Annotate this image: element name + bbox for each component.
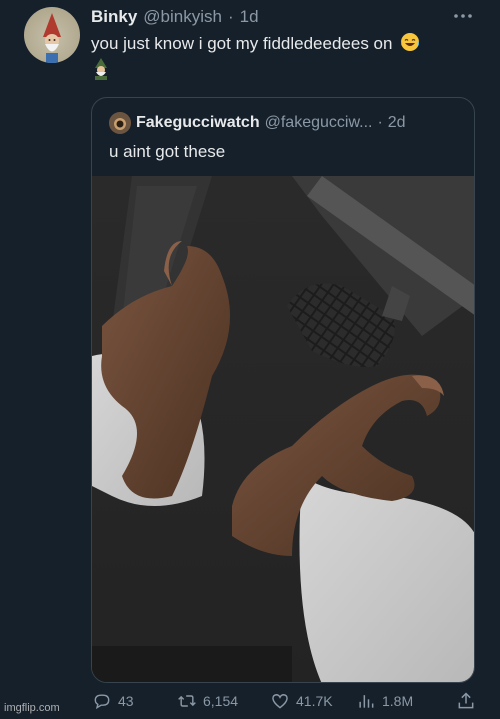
like-count: 41.7K [296, 693, 333, 709]
reply-icon [94, 694, 110, 710]
tweet[interactable]: Binky @binkyish · 1d you just know i got… [0, 0, 500, 719]
handle[interactable]: @binkyish [143, 7, 222, 27]
watermark: imgflip.com [4, 702, 60, 714]
action-bar: 43 6,154 41.7K 1.8M [92, 691, 482, 715]
quoted-photo[interactable] [92, 176, 474, 682]
quoted-tweet[interactable]: Fakegucciwatch @fakegucciw... · 2d u ain… [91, 97, 475, 683]
reply-count: 43 [118, 693, 134, 709]
retweet-count: 6,154 [203, 693, 239, 709]
quoted-handle[interactable]: @fakegucciw... [265, 114, 373, 132]
display-name[interactable]: Binky [91, 7, 137, 27]
quoted-avatar[interactable] [109, 112, 131, 134]
avatar[interactable] [24, 7, 80, 63]
more-icon[interactable] [452, 9, 474, 23]
views-icon [359, 695, 374, 708]
reply-button[interactable]: 43 [92, 691, 134, 711]
timestamp[interactable]: 1d [240, 7, 259, 27]
tweet-text-body: you just know i got my fiddledeedees on [91, 34, 393, 53]
share-icon [458, 692, 474, 709]
tweet-text: you just know i got my fiddledeedees on [91, 32, 471, 55]
face-with-tears-of-joy-icon [401, 33, 420, 51]
retweet-button[interactable]: 6,154 [177, 691, 238, 711]
heart-icon [272, 694, 288, 709]
views-button[interactable]: 1.8M [356, 691, 413, 711]
share-button[interactable] [456, 691, 476, 711]
quoted-tweet-text: u aint got these [109, 142, 226, 161]
views-count: 1.8M [382, 693, 414, 709]
quoted-tweet-header: Fakegucciwatch @fakegucciw... · 2d [109, 112, 406, 134]
retweet-icon [178, 695, 196, 707]
quoted-separator: · [377, 114, 383, 131]
separator: · [227, 7, 234, 26]
quoted-display-name[interactable]: Fakegucciwatch [136, 114, 260, 132]
like-button[interactable]: 41.7K [270, 691, 333, 711]
quoted-timestamp[interactable]: 2d [388, 114, 406, 132]
tweet-header: Binky @binkyish · 1d [91, 7, 259, 29]
mage-icon [95, 58, 107, 80]
